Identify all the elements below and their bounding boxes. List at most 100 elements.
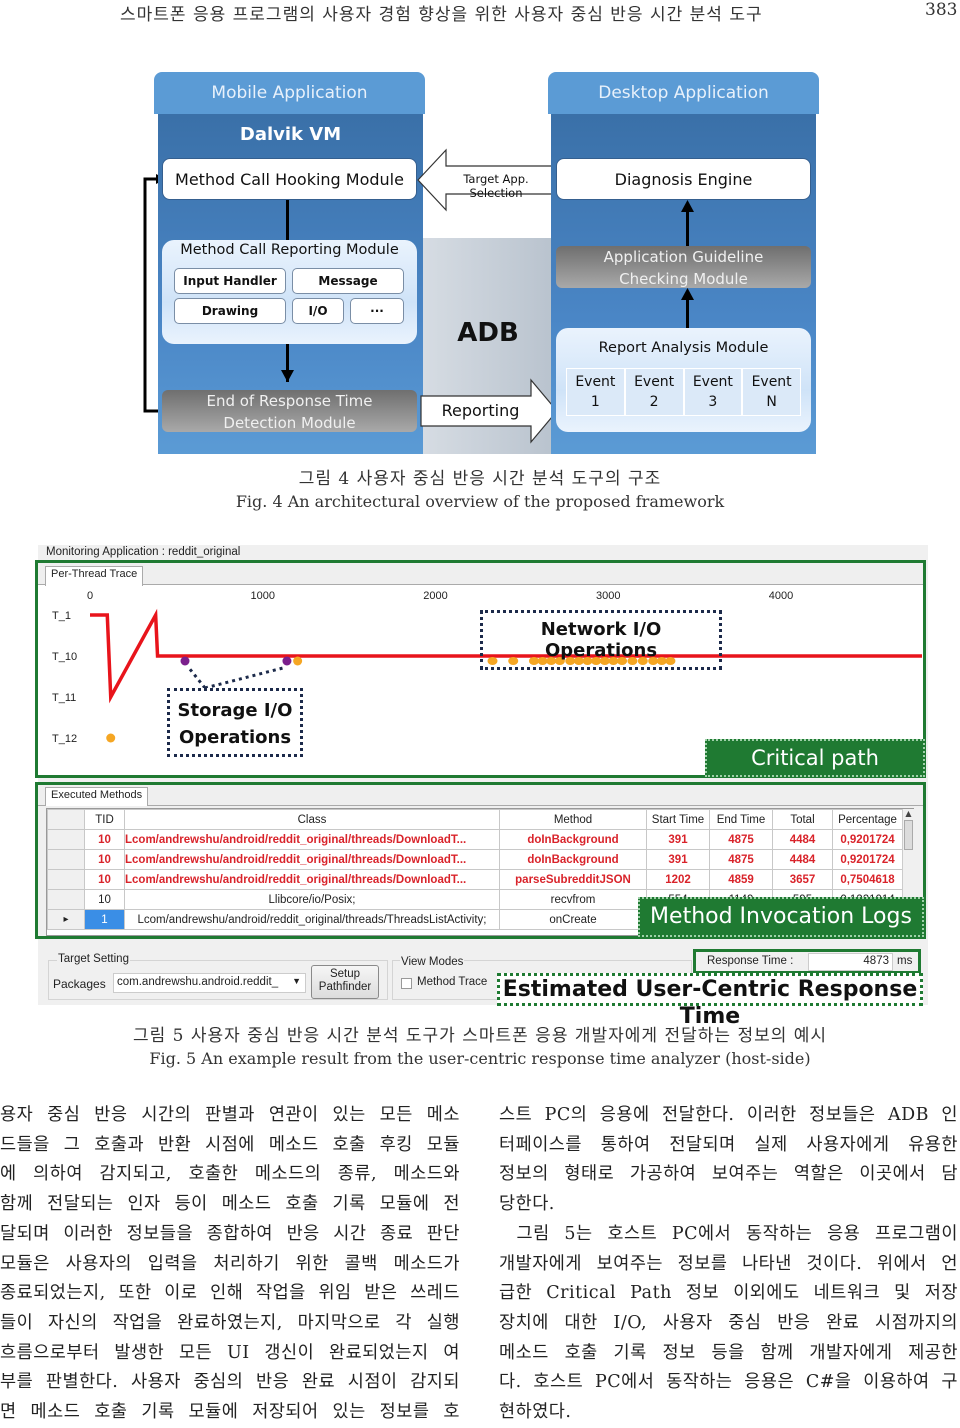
text-line: 모듈은 사용자의 입력을 처리하기 위한 콜백 메소드가: [0, 1253, 460, 1274]
text-line: 개발자에게 보여주는 정보를 나타낸 것이다. 위에서 언: [499, 1253, 958, 1274]
table-row[interactable]: 10 Lcom/andrewshu/android/reddit_original…: [47, 829, 903, 850]
end-of-response-detection-module: End of Response Time Detection Module: [162, 390, 417, 432]
cell-method: parseSubredditJSON: [499, 869, 647, 890]
cell-start-time: 1202: [646, 869, 710, 890]
x-tick-label: 3000: [596, 590, 620, 602]
text-line: 함께 전달되는 인자 등이 메소드 호출 기록 모듈에 전: [0, 1194, 460, 1215]
col-header-start-time[interactable]: Start Time: [646, 809, 710, 830]
tab-per-thread-trace[interactable]: Per-Thread Trace: [45, 566, 144, 586]
cell-end-time: 4859: [709, 869, 773, 890]
method-trace-label: Method Trace: [417, 976, 488, 988]
tab-executed-methods[interactable]: Executed Methods: [45, 787, 149, 806]
cell-tid: 1: [84, 909, 125, 930]
text-line: 용자 중심 반응 시간의 판별과 연관이 있는 모든 메소: [0, 1105, 460, 1125]
row-selector: [47, 849, 85, 870]
event-number: 3: [708, 394, 718, 410]
table-row[interactable]: 10 Lcom/andrewshu/android/reddit_original…: [47, 869, 903, 890]
scroll-up-icon[interactable]: ▲: [903, 809, 914, 818]
text-line: 다. 호스트 PC에서 동작하는 응용은 C#을 이용하여 구: [499, 1372, 958, 1393]
cell-method: recvfrom: [499, 889, 647, 910]
event-cell: Event 3: [684, 369, 742, 415]
x-tick-label: 2000: [423, 590, 447, 602]
table-row[interactable]: 10 Lcom/andrewshu/android/reddit_original…: [47, 849, 903, 870]
x-tick-label: 0: [87, 590, 93, 602]
cell-total: 4484: [772, 849, 833, 870]
thread-label: T_11: [52, 692, 76, 704]
text-line: 장치에 대한 I/O, 사용자 중심 반응 완료 시점까지의: [499, 1312, 958, 1333]
cell-start-time: 391: [646, 829, 710, 850]
setup-pathfinder-button[interactable]: Setup Pathfinder: [311, 965, 379, 999]
cell-method: doInBackground: [499, 849, 647, 870]
response-time-field[interactable]: 4873: [808, 953, 893, 971]
cell-tid: 10: [84, 869, 125, 890]
event-label: Event: [751, 374, 792, 390]
response-time-unit: ms: [897, 955, 913, 967]
ellipsis-box: ···: [350, 298, 404, 324]
guideline-line-2: Checking Module: [619, 270, 748, 288]
method-call-hooking-module: Method Call Hooking Module: [162, 158, 417, 200]
hook-to-reporting-arrow: [286, 200, 289, 240]
packages-value: com.andrewshu.android.reddit_: [117, 976, 279, 988]
text-line: 정보의 형태로 가공하여 보여주는 역할은 이곳에서 담: [499, 1164, 958, 1185]
trace-tabstrip: [38, 563, 923, 585]
drawing-box: Drawing: [174, 298, 286, 324]
mobile-application-header: Mobile Application: [154, 72, 425, 114]
cell-class: Llibcore/io/Posix;: [124, 889, 500, 910]
cell-class: Lcom/andrewshu/android/reddit_original/t…: [124, 869, 500, 890]
cell-end-time: 4875: [709, 849, 773, 870]
cell-class: Lcom/andrewshu/android/reddit_original/t…: [124, 829, 500, 850]
guideline-to-diagnosis-arrow: [686, 206, 689, 246]
chevron-down-icon: ▼: [292, 976, 301, 986]
method-trace-checkbox[interactable]: [401, 978, 412, 989]
table-header-row: TID Class Method Start Time End Time Tot…: [47, 809, 903, 830]
figure-5-caption-ko: 그림 5 사용자 중심 반응 시간 분석 도구가 스마트폰 응용 개발자에게 전…: [132, 1026, 828, 1046]
detection-line-1: End of Response Time: [206, 392, 373, 410]
event-label: Event: [692, 374, 733, 390]
row-selector: [47, 829, 85, 850]
event-label: Event: [634, 374, 675, 390]
thread-label: T_12: [52, 733, 77, 745]
scroll-thumb[interactable]: [904, 820, 913, 850]
text-line: 그림 5는 호스트 PC에서 동작하는 응용 프로그램이: [516, 1223, 958, 1244]
figure-4: Mobile Application Dalvik VM Method Call…: [140, 70, 830, 460]
storage-io-point: [282, 656, 292, 666]
cell-total: 4484: [772, 829, 833, 850]
target-selection-label: Target App. Selection: [463, 172, 529, 200]
thread-label: T_10: [52, 651, 77, 663]
storage-callout-pointer: [187, 667, 207, 689]
text-line: 메소드 호출 기록 정보 등을 함께 개발자에게 제공한: [499, 1342, 958, 1363]
text-line: 급한 Critical Path 정보 이외에도 네트워크 및 저장: [499, 1283, 958, 1304]
critical-path-label: Critical path: [705, 739, 925, 777]
cell-percentage: 0,7504618: [832, 869, 903, 890]
cell-percentage: 0,9201724: [832, 829, 903, 850]
response-time-value: 4873: [863, 955, 889, 967]
storage-io-point: [180, 656, 190, 666]
col-header-total[interactable]: Total: [772, 809, 833, 830]
target-setting-title: Target Setting: [57, 953, 130, 965]
storage-io-callout: Storage I/O Operations: [167, 688, 303, 757]
estimated-response-time-label: Estimated User-Centric Response Time: [497, 973, 923, 1029]
cell-class: Lcom/andrewshu/android/reddit_original/t…: [124, 849, 500, 870]
text-line: 에 의하여 감지되고, 호출한 메소드의 종류, 메소드와: [0, 1164, 460, 1185]
col-header-percentage[interactable]: Percentage: [832, 809, 903, 830]
arrow-up-icon: [681, 200, 694, 212]
cell-class: Lcom/andrewshu/android/reddit_original/t…: [124, 909, 500, 930]
event-label: Event: [575, 374, 616, 390]
cell-tid: 10: [84, 889, 125, 910]
row-header-corner: [47, 809, 85, 830]
setup-line-1: Setup: [329, 968, 361, 980]
cell-method: doInBackground: [499, 829, 647, 850]
storage-io-point: [293, 656, 303, 666]
col-header-end-time[interactable]: End Time: [709, 809, 773, 830]
figure-4-caption-ko: 그림 4 사용자 중심 반응 시간 분석 도구의 구조: [298, 469, 662, 489]
col-header-class[interactable]: Class: [124, 809, 500, 830]
text-line: 종료되었는지, 또한 이로 인해 작업을 위임 받은 쓰레드: [0, 1283, 460, 1304]
storage-io-label: Storage I/O Operations: [177, 700, 293, 748]
col-header-method[interactable]: Method: [499, 809, 647, 830]
row-selector: [47, 869, 85, 890]
running-title: 스마트폰 응용 프로그램의 사용자 경험 향상을 위한 사용자 중심 반응 시간…: [120, 5, 763, 25]
arrow-down-icon: [281, 370, 294, 382]
packages-dropdown[interactable]: com.andrewshu.android.reddit_ ▼: [113, 973, 306, 993]
col-header-tid[interactable]: TID: [84, 809, 125, 830]
method-call-reporting-module: Method Call Reporting Module Input Handl…: [162, 240, 417, 344]
